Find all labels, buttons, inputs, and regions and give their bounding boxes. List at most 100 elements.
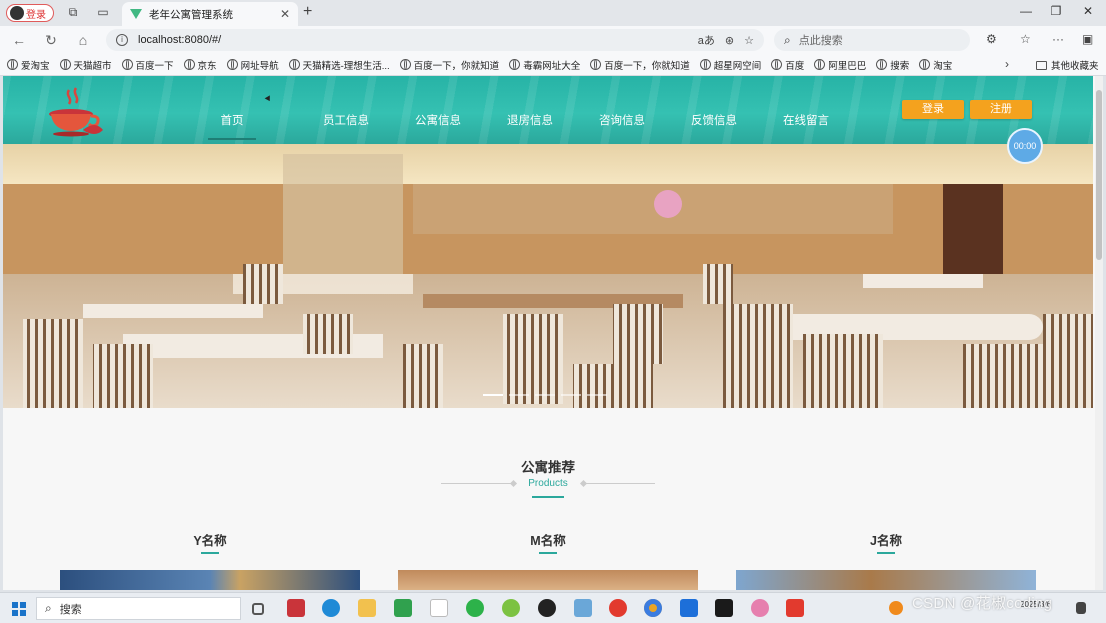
vue-favicon-icon <box>130 8 142 20</box>
restore-icon[interactable]: ❐ <box>1046 4 1066 18</box>
carousel-dot[interactable] <box>587 394 607 396</box>
favorite-item[interactable]: 超星网空间 <box>699 58 761 72</box>
menu-item-feedback[interactable]: 反馈信息 <box>668 114 760 140</box>
app-icon[interactable] <box>574 599 592 617</box>
page-scrollbar[interactable] <box>1095 76 1103 590</box>
app-icon[interactable] <box>751 599 769 617</box>
url-field[interactable]: i localhost:8080/#/ aあ ⊛ ☆ <box>106 29 764 51</box>
favorites-icon[interactable]: ☆ <box>1020 32 1031 46</box>
globe-icon <box>699 59 711 70</box>
page-viewport: 首页 员工信息 公寓信息 退房信息 咨询信息 反馈信息 在线留言 登录 注册 0… <box>3 76 1103 590</box>
browser-tab[interactable]: 老年公寓管理系统 ✕ <box>122 2 298 26</box>
window-close-icon[interactable]: ✕ <box>1078 4 1098 18</box>
clock-widget[interactable]: 00:00 <box>1007 128 1043 164</box>
hbuilder-icon[interactable] <box>394 599 412 617</box>
windows-start-icon[interactable] <box>12 602 26 616</box>
favorite-item[interactable]: 天猫精选-理想生活... <box>288 58 390 72</box>
globe-icon <box>183 59 195 70</box>
login-button[interactable]: 登录 <box>902 100 964 119</box>
globe-icon <box>814 59 826 70</box>
globe-icon <box>7 59 18 70</box>
app-icon[interactable] <box>680 599 698 617</box>
carousel-dot[interactable] <box>561 394 581 396</box>
profile-label: 登录 <box>26 9 46 21</box>
more-icon[interactable]: ··· <box>1052 32 1064 46</box>
section-title: 公寓推荐 <box>521 460 575 475</box>
notepad-icon[interactable] <box>430 599 448 617</box>
product-image[interactable] <box>398 570 698 590</box>
site-info-icon[interactable]: i <box>116 34 128 46</box>
app-icon[interactable] <box>502 599 520 617</box>
netease-music-icon[interactable] <box>609 599 627 617</box>
extensions-icon[interactable]: ⚙ <box>986 32 997 46</box>
favorite-item[interactable]: 网址导航 <box>226 58 279 72</box>
other-favorites-folder[interactable]: 其他收藏夹 <box>1036 58 1099 72</box>
tab-actions-icon[interactable]: ▭ <box>96 5 110 19</box>
globe-icon <box>876 59 888 70</box>
favorite-item[interactable]: 天猫超市 <box>59 58 112 72</box>
pycharm-icon[interactable] <box>715 599 733 617</box>
chrome-icon[interactable] <box>644 599 662 617</box>
app-icon[interactable] <box>287 599 305 617</box>
site-header: 首页 员工信息 公寓信息 退房信息 咨询信息 反馈信息 在线留言 登录 注册 <box>3 76 1093 144</box>
favorite-star-icon[interactable]: ☆ <box>744 34 754 47</box>
task-view-icon[interactable] <box>252 603 264 615</box>
new-tab-icon[interactable]: + <box>303 3 312 21</box>
favorite-item[interactable]: 百度一下，你就知道 <box>590 58 690 72</box>
carousel-dot[interactable] <box>483 394 503 396</box>
wps-icon[interactable] <box>786 599 804 617</box>
menu-item-checkout[interactable]: 退房信息 <box>484 114 576 140</box>
favorite-item[interactable]: 爱淘宝 <box>7 58 50 72</box>
globe-icon <box>771 59 783 70</box>
close-tab-icon[interactable]: ✕ <box>280 7 290 21</box>
wechat-icon[interactable] <box>466 599 484 617</box>
product-title[interactable]: M名称 <box>398 530 698 549</box>
workspaces-icon[interactable]: ⧉ <box>66 5 80 19</box>
file-explorer-icon[interactable] <box>358 599 376 617</box>
sidebar-toggle-icon[interactable]: ▣ <box>1082 32 1093 46</box>
favorite-item[interactable]: 百度 <box>771 58 804 72</box>
avatar <box>10 6 24 20</box>
minimize-icon[interactable]: — <box>1016 4 1036 18</box>
browser-search-input[interactable]: ⌕ 点此搜索 <box>774 29 970 51</box>
edge-icon[interactable] <box>322 599 340 617</box>
scrollbar-thumb[interactable] <box>1096 90 1102 260</box>
favorite-item[interactable]: 毒霸网址大全 <box>509 58 580 72</box>
back-icon[interactable]: ← <box>10 32 28 48</box>
favorite-item[interactable]: 淘宝 <box>919 58 952 72</box>
profile-button[interactable]: 登录 <box>6 4 54 22</box>
favorites-overflow-icon[interactable]: › <box>1005 57 1009 71</box>
menu-item-staff[interactable]: 员工信息 <box>300 114 392 140</box>
favorite-item[interactable]: 阿里巴巴 <box>814 58 866 72</box>
product-title[interactable]: Y名称 <box>60 530 360 549</box>
read-aloud-icon[interactable]: aあ <box>698 32 715 48</box>
weather-icon[interactable] <box>889 601 903 615</box>
home-icon[interactable]: ⌂ <box>74 32 92 48</box>
taskbar-search-input[interactable]: ⌕ 搜索 <box>36 597 241 620</box>
register-button[interactable]: 注册 <box>970 100 1032 119</box>
banner-carousel[interactable] <box>3 144 1093 408</box>
favorite-item[interactable]: 搜索 <box>876 58 909 72</box>
product-image[interactable] <box>60 570 360 590</box>
globe-icon <box>121 59 133 70</box>
product-title[interactable]: J名称 <box>736 530 1036 549</box>
menu-item-home[interactable]: 首页 <box>208 114 256 140</box>
notification-icon[interactable] <box>1076 602 1086 614</box>
globe-icon <box>590 59 602 70</box>
teacup-logo-icon[interactable] <box>43 86 105 138</box>
favorites-bar: 爱淘宝 天猫超市 百度一下 京东 网址导航 天猫精选-理想生活... 百度一下，… <box>0 54 1106 76</box>
carousel-dot[interactable] <box>535 394 555 396</box>
carousel-dot[interactable] <box>509 394 529 396</box>
url-text: localhost:8080/#/ <box>138 34 222 46</box>
favorite-item[interactable]: 百度一下，你就知道 <box>399 58 499 72</box>
section-subtitle: Products <box>528 478 568 489</box>
menu-item-apartments[interactable]: 公寓信息 <box>392 114 484 140</box>
favorite-item[interactable]: 京东 <box>183 58 217 72</box>
product-image[interactable] <box>736 570 1036 590</box>
translate-icon[interactable]: ⊛ <box>725 34 734 47</box>
menu-item-consultation[interactable]: 咨询信息 <box>576 114 668 140</box>
refresh-icon[interactable]: ↻ <box>42 32 60 48</box>
menu-item-messages[interactable]: 在线留言 <box>760 114 852 140</box>
favorite-item[interactable]: 百度一下 <box>121 58 174 72</box>
qq-icon[interactable] <box>538 599 556 617</box>
